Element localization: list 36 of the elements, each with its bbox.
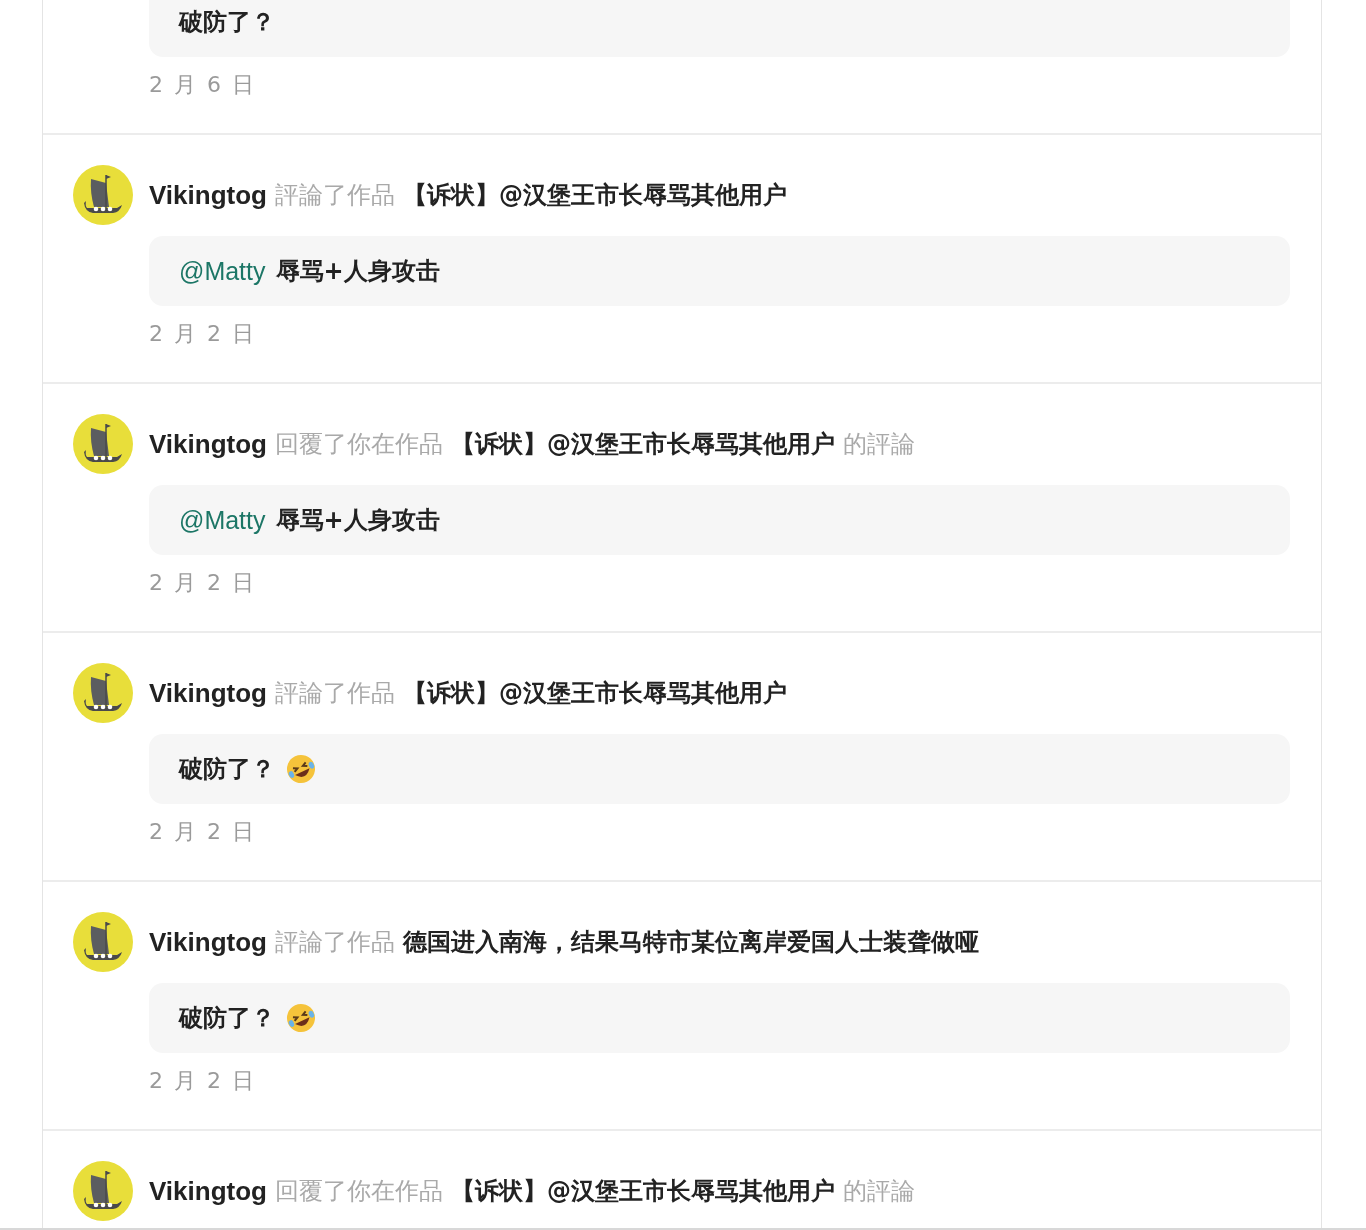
user-name[interactable]: Vikingtog xyxy=(149,677,267,709)
user-name[interactable]: Vikingtog xyxy=(149,926,267,958)
work-title[interactable]: 德国进入南海，结果马特市某位离岸爱国人士装聋做哑 xyxy=(402,926,979,958)
date-text: 2 月 2 日 xyxy=(149,818,256,846)
work-title[interactable]: 【诉状】@汉堡王市长辱骂其他用户 xyxy=(402,179,787,211)
comment-text: 辱骂+人身攻击 xyxy=(275,505,440,536)
work-title[interactable]: 【诉状】@汉堡王市长辱骂其他用户 xyxy=(450,428,835,460)
avatar-icon xyxy=(73,663,133,723)
action-text: 回覆了你在作品 xyxy=(274,429,443,460)
date-text: 2 月 6 日 xyxy=(149,71,256,99)
date-text: 2 月 2 日 xyxy=(149,569,256,597)
avatar-icon xyxy=(73,1161,133,1221)
avatar-icon xyxy=(73,912,133,972)
date-text: 2 月 2 日 xyxy=(149,320,256,348)
comment-text: 辱骂+人身攻击 xyxy=(275,256,440,287)
avatar-icon xyxy=(73,414,133,474)
work-title[interactable]: 【诉状】@汉堡王市长辱骂其他用户 xyxy=(402,677,787,709)
comment-text: 破防了？ xyxy=(179,1003,275,1034)
comment-text: 破防了？ xyxy=(179,7,275,38)
avatar-icon xyxy=(73,165,133,225)
laughing-emoji-icon xyxy=(285,753,317,785)
user-name[interactable]: Vikingtog xyxy=(149,428,267,460)
laughing-emoji-icon xyxy=(285,1002,317,1034)
user-name[interactable]: Vikingtog xyxy=(149,1175,267,1207)
date-text: 2 月 2 日 xyxy=(149,1067,256,1095)
suffix-text: 的評論 xyxy=(842,1176,915,1207)
action-text: 回覆了你在作品 xyxy=(274,1176,443,1207)
comment-text: 破防了？ xyxy=(179,754,275,785)
work-title[interactable]: 【诉状】@汉堡王市长辱骂其他用户 xyxy=(450,1175,835,1207)
mention-link[interactable]: @Matty xyxy=(179,505,266,535)
action-text: 評論了作品 xyxy=(274,927,395,958)
user-name[interactable]: Vikingtog xyxy=(149,179,267,211)
mention-link[interactable]: @Matty xyxy=(179,256,266,286)
action-text: 評論了作品 xyxy=(274,180,395,211)
suffix-text: 的評論 xyxy=(842,429,915,460)
action-text: 評論了作品 xyxy=(274,678,395,709)
